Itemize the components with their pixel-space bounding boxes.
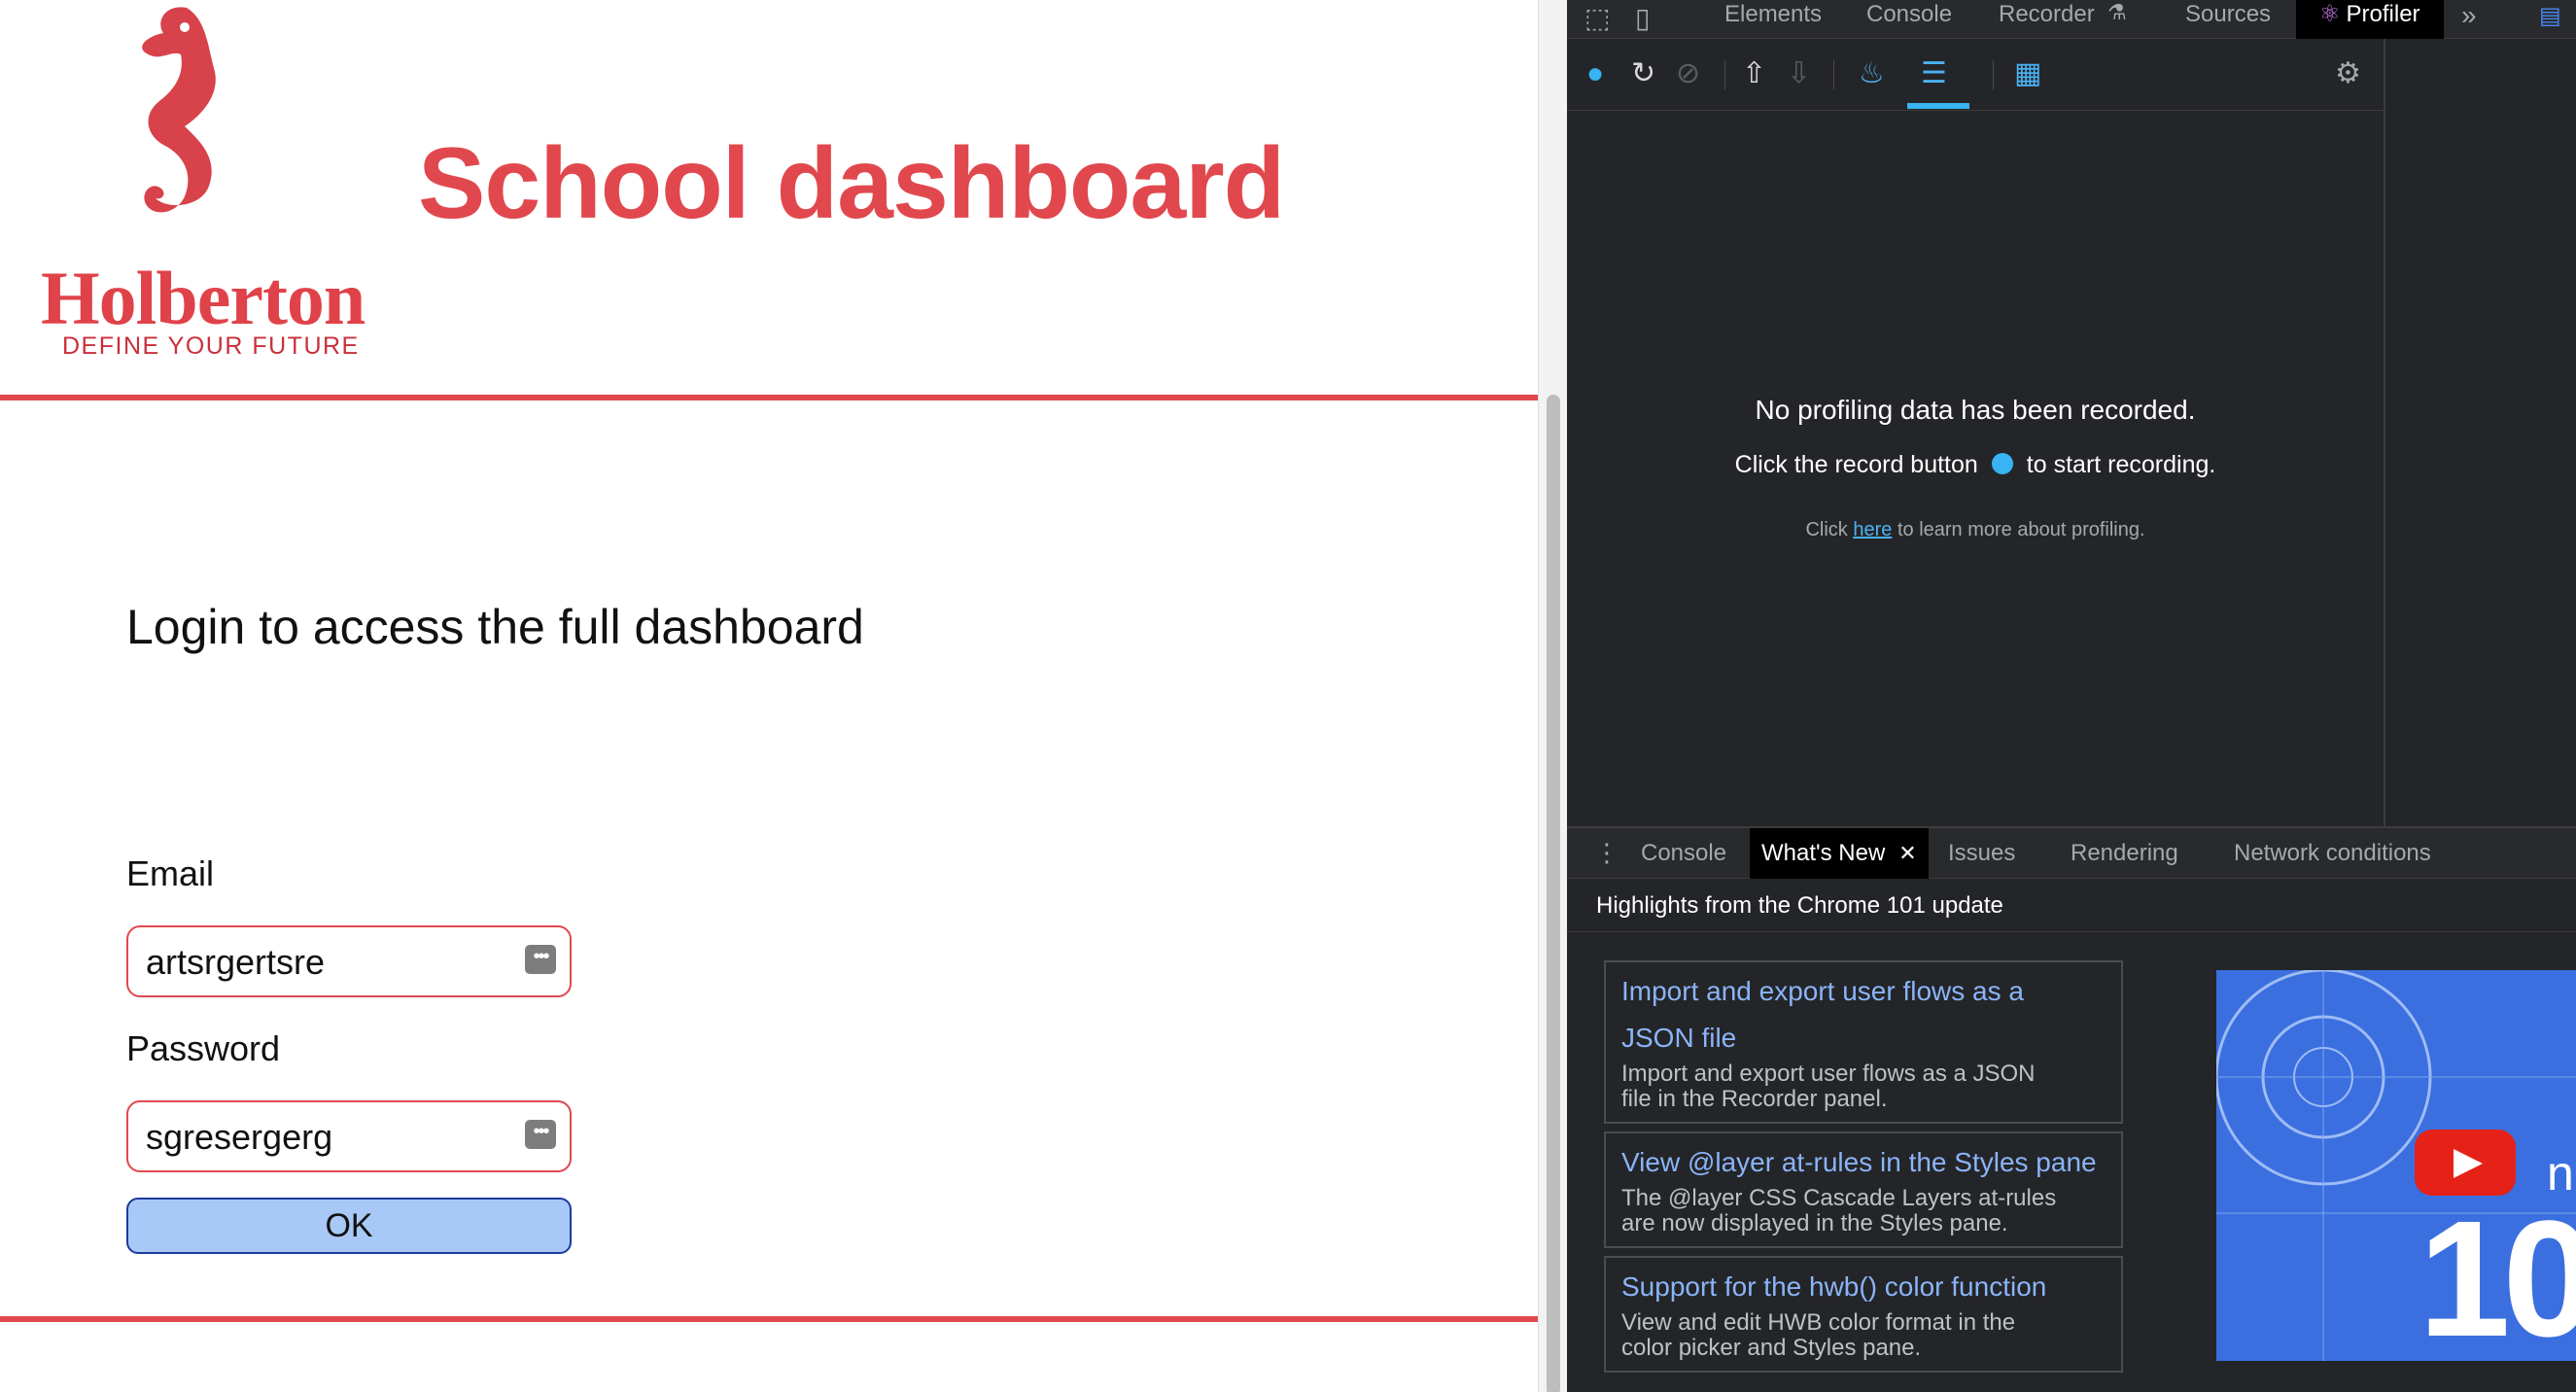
hint-before: Click [1805,519,1848,540]
react-icon: ⚛ [2319,1,2341,27]
page-title: School dashboard [418,127,1285,240]
drawer-tab-whats-new[interactable]: What's New ✕ [1750,828,1929,879]
flamegraph-icon[interactable]: ♨ [1859,56,1885,91]
login-heading: Login to access the full dashboard [126,600,864,654]
feature-card-title[interactable]: JSON file [1621,1015,2106,1061]
learn-more-link[interactable]: here [1853,519,1892,540]
drawer-tab-rendering[interactable]: Rendering [2071,840,2178,867]
reload-icon[interactable]: ↻ [1631,56,1655,91]
ok-button[interactable]: OK [126,1198,572,1254]
inspect-element-icon[interactable]: ⬚ [1584,2,1610,34]
video-version-number: 10 [2419,1187,2576,1361]
password-manager-icon[interactable]: ••• [525,1120,556,1149]
drawer-menu-icon[interactable]: ⋮ [1594,838,1619,868]
email-field[interactable]: artsrgertsre ••• [126,925,572,997]
devtools-tabbar: ⬚ ▯ Elements Console Recorder ⚗ Sources … [1567,0,2576,39]
feature-card-description: The @layer CSS Cascade Layers at-rules [1621,1185,2057,1211]
tab-elements[interactable]: Elements [1724,0,1822,39]
whats-new-video-thumbnail[interactable]: 10 n [2216,970,2576,1361]
empty-state-hint: Click here to learn more about profiling… [1567,519,2384,541]
hint-after: to learn more about profiling. [1897,519,2145,540]
drawer-tab-network-conditions[interactable]: Network conditions [2234,840,2431,867]
feature-card-description: Import and export user flows as a JSON [1621,1061,2036,1087]
scrollbar-thumb[interactable] [1547,395,1560,1392]
password-field[interactable]: sgresergerg ••• [126,1100,572,1172]
drawer-tab-issues[interactable]: Issues [1948,840,2015,867]
profiler-side-pane [2384,39,2576,826]
whats-new-heading: Highlights from the Chrome 101 update [1596,892,2003,919]
password-value: sgresergerg [146,1117,333,1157]
password-manager-icon[interactable]: ••• [525,945,556,974]
feature-card-description: View and edit HWB color format in the [1621,1309,2016,1336]
drawer-tab-whats-new-label: What's New [1761,840,1886,866]
password-label: Password [126,1028,281,1068]
feature-card-title[interactable]: Import and export user flows as a [1621,968,2106,1015]
feature-card-title[interactable]: View @layer at-rules in the Styles pane [1621,1139,2106,1186]
settings-icon[interactable]: ⚙ [2335,56,2361,91]
tab-recorder[interactable]: Recorder [1999,0,2095,39]
feature-card-description: file in the Recorder panel. [1621,1086,1888,1112]
devtools-panel: ⬚ ▯ Elements Console Recorder ⚗ Sources … [1567,0,2576,1392]
header-divider [0,395,1538,400]
logo-wordmark: Holberton [41,256,366,340]
upload-icon[interactable]: ⇧ [1742,56,1766,91]
clear-icon[interactable]: ⊘ [1676,56,1700,91]
download-icon[interactable]: ⇩ [1787,56,1811,91]
tab-console[interactable]: Console [1866,0,1952,39]
ranked-icon[interactable]: ☰ [1921,56,1947,91]
drawer-tabbar: ⋮ Console What's New ✕ Issues Rendering N… [1567,826,2576,879]
record-icon[interactable]: ● [1586,56,1604,91]
web-page: Holberton DEFINE YOUR FUTURE School dash… [0,0,1538,1392]
whats-new-divider [1567,931,2576,932]
feedback-icon[interactable]: ▤ [2539,2,2561,30]
timeline-icon[interactable]: ▦ [2014,56,2041,91]
feature-card[interactable]: Import and export user flows as a JSON f… [1604,960,2123,1124]
empty-state-instruction: Click the record button to start recordin… [1567,451,2384,479]
tab-profiler-label: Profiler [2346,1,2420,27]
feature-card-title[interactable]: Support for the hwb() color function [1621,1264,2106,1310]
profiler-toolbar: ● ↻ ⊘ ⇧ ⇩ ♨ ☰ ▦ ⚙ [1567,39,2384,111]
device-toolbar-icon[interactable]: ▯ [1635,2,1650,34]
email-label: Email [126,853,215,893]
page-scrollbar[interactable] [1538,0,1567,1392]
more-tabs-icon[interactable]: » [2461,0,2477,31]
empty-state-title: No profiling data has been recorded. [1755,395,2196,425]
record-dot-icon [1991,453,2013,474]
instruction-after: to start recording. [2026,451,2216,478]
feature-card-description: color picker and Styles pane. [1621,1335,1922,1361]
feature-card-description: are now displayed in the Styles pane. [1621,1210,2008,1236]
instruction-before: Click the record button [1734,451,1978,478]
feature-card[interactable]: View @layer at-rules in the Styles pane … [1604,1131,2123,1248]
footer-divider [0,1316,1538,1322]
tab-profiler[interactable]: ⚛ Profiler [2296,0,2444,39]
feature-card[interactable]: Support for the hwb() color function Vie… [1604,1256,2123,1373]
tab-sources[interactable]: Sources [2185,0,2271,39]
video-caption-letter: n [2547,1146,2574,1201]
active-view-indicator [1907,103,1969,109]
email-value: artsrgertsre [146,942,326,982]
close-icon[interactable]: ✕ [1898,841,1916,865]
logo-tagline: DEFINE YOUR FUTURE [62,332,360,360]
flask-icon: ⚗ [2107,0,2127,24]
drawer-tab-console[interactable]: Console [1641,840,1726,867]
